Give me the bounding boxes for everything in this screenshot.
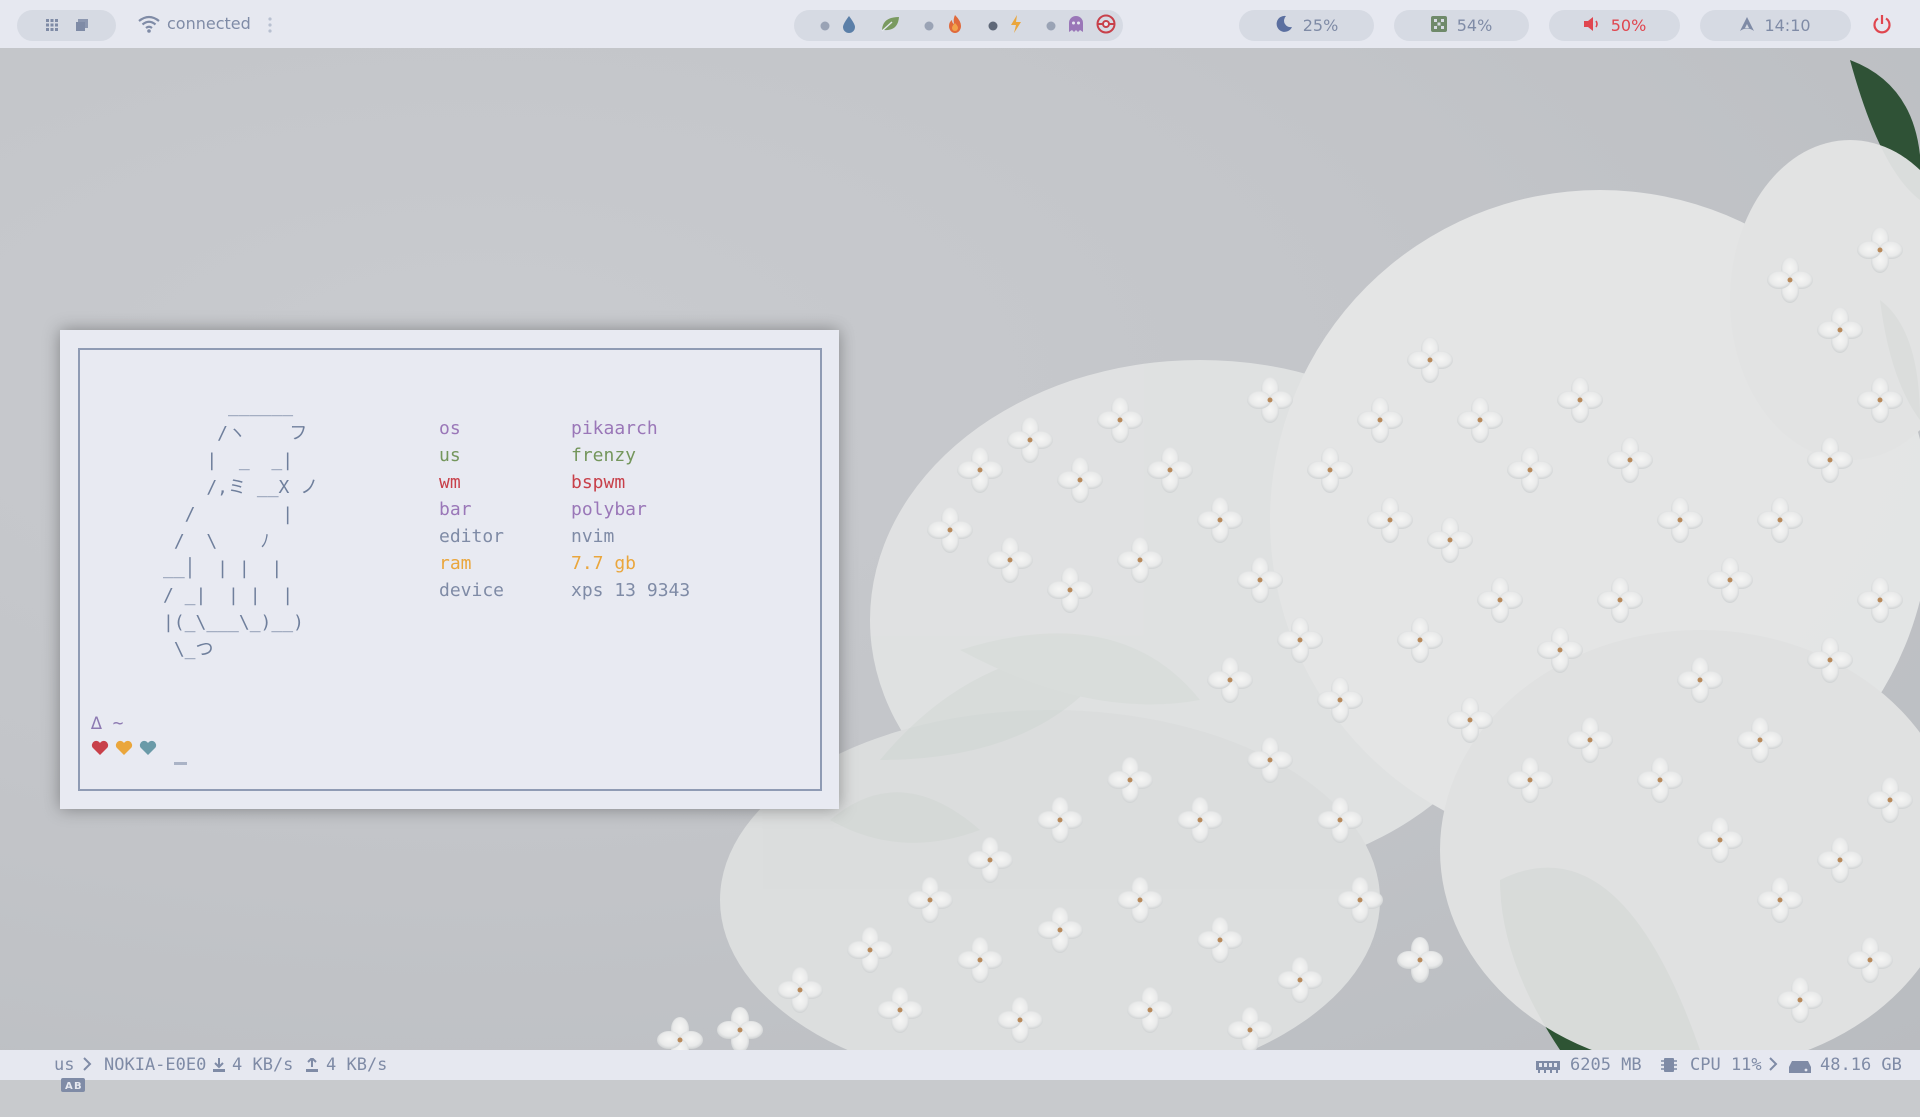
bottom-bar: AB us NOKIA-E0E0 4 KB/s 4 KB/s 6205 MB C… <box>0 1050 1920 1092</box>
power-icon[interactable] <box>1872 14 1892 38</box>
chevron-right-icon <box>82 1056 92 1077</box>
grid-icon[interactable] <box>45 16 58 35</box>
workspace-switcher[interactable] <box>17 10 116 41</box>
volume-value: 50% <box>1610 16 1647 35</box>
cpu-usage: CPU 11% <box>1690 1055 1762 1075</box>
chevron-right-icon <box>1768 1056 1778 1077</box>
status-indicators <box>794 10 1123 41</box>
brightness-value: 25% <box>1302 16 1339 35</box>
network-name[interactable]: NOKIA-E0E0 <box>104 1055 206 1075</box>
red-heart-icon <box>91 740 109 760</box>
top-bar: connected 25% 54% 50% 14:10 <box>0 0 1920 48</box>
upload-icon <box>306 1056 318 1077</box>
more-vertical-icon[interactable] <box>268 16 272 34</box>
info-value: frenzy <box>571 445 637 466</box>
info-key: ram <box>439 553 472 574</box>
dot-indicator <box>820 16 830 35</box>
teal-heart-icon <box>139 740 157 760</box>
memory-value: 54% <box>1456 16 1493 35</box>
info-key: wm <box>439 472 461 493</box>
info-value: pikaarch <box>571 418 658 439</box>
shell-prompt: ∆ ~ <box>91 713 124 734</box>
clock-time: 14:10 <box>1764 16 1811 35</box>
memory-widget[interactable]: 54% <box>1394 10 1529 41</box>
disk-icon <box>1789 1058 1811 1078</box>
info-key: editor <box>439 526 505 547</box>
keyboard-layout-label[interactable]: us <box>54 1055 74 1075</box>
info-key: device <box>439 580 505 601</box>
ghost-icon[interactable] <box>1068 15 1084 37</box>
info-key: us <box>439 445 461 466</box>
info-value: xps 13 9343 <box>571 580 691 601</box>
keyboard-layout-icon: AB <box>20 1057 85 1117</box>
terminal-cursor[interactable] <box>174 762 187 765</box>
cpu-icon <box>1661 1056 1677 1079</box>
network-status-label[interactable]: connected <box>167 14 251 33</box>
wifi-icon[interactable] <box>138 15 160 37</box>
orange-heart-icon <box>115 740 133 760</box>
ram-icon <box>1536 1058 1560 1078</box>
disk-usage: 48.16 GB <box>1820 1055 1902 1075</box>
windows-icon[interactable] <box>75 16 88 35</box>
fire-icon[interactable] <box>946 14 964 38</box>
dot-indicator <box>988 16 998 35</box>
upload-speed: 4 KB/s <box>326 1055 388 1075</box>
dot-indicator <box>1046 16 1056 35</box>
info-key: bar <box>439 499 472 520</box>
info-value: 7.7 gb <box>571 553 637 574</box>
pikachu-ascii-art: ______ /ヽ フ | _ _| /,ミ __X ノ / | / \ ﾉ _… <box>163 396 319 660</box>
memory-chip-icon <box>1430 15 1447 36</box>
ram-usage: 6205 MB <box>1570 1055 1642 1075</box>
pokeball-icon[interactable] <box>1096 14 1116 38</box>
brightness-widget[interactable]: 25% <box>1239 10 1374 41</box>
prompt-hearts <box>91 740 157 760</box>
svg-text:A: A <box>65 1081 73 1092</box>
leaf-icon[interactable] <box>880 15 900 37</box>
water-drop-icon[interactable] <box>842 15 856 37</box>
dot-indicator <box>924 16 934 35</box>
lightning-icon[interactable] <box>1010 14 1022 37</box>
info-value: nvim <box>571 526 615 547</box>
download-speed: 4 KB/s <box>232 1055 294 1075</box>
clock-widget[interactable]: 14:10 <box>1700 10 1851 41</box>
moon-icon <box>1275 15 1293 37</box>
svg-text:B: B <box>74 1081 82 1092</box>
info-value: bspwm <box>571 472 626 493</box>
download-icon <box>213 1057 225 1077</box>
info-key: os <box>439 418 461 439</box>
volume-widget[interactable]: 50% <box>1549 10 1680 41</box>
speaker-icon <box>1583 16 1601 36</box>
arch-logo-icon <box>1740 16 1755 35</box>
info-value: polybar <box>571 499 647 520</box>
